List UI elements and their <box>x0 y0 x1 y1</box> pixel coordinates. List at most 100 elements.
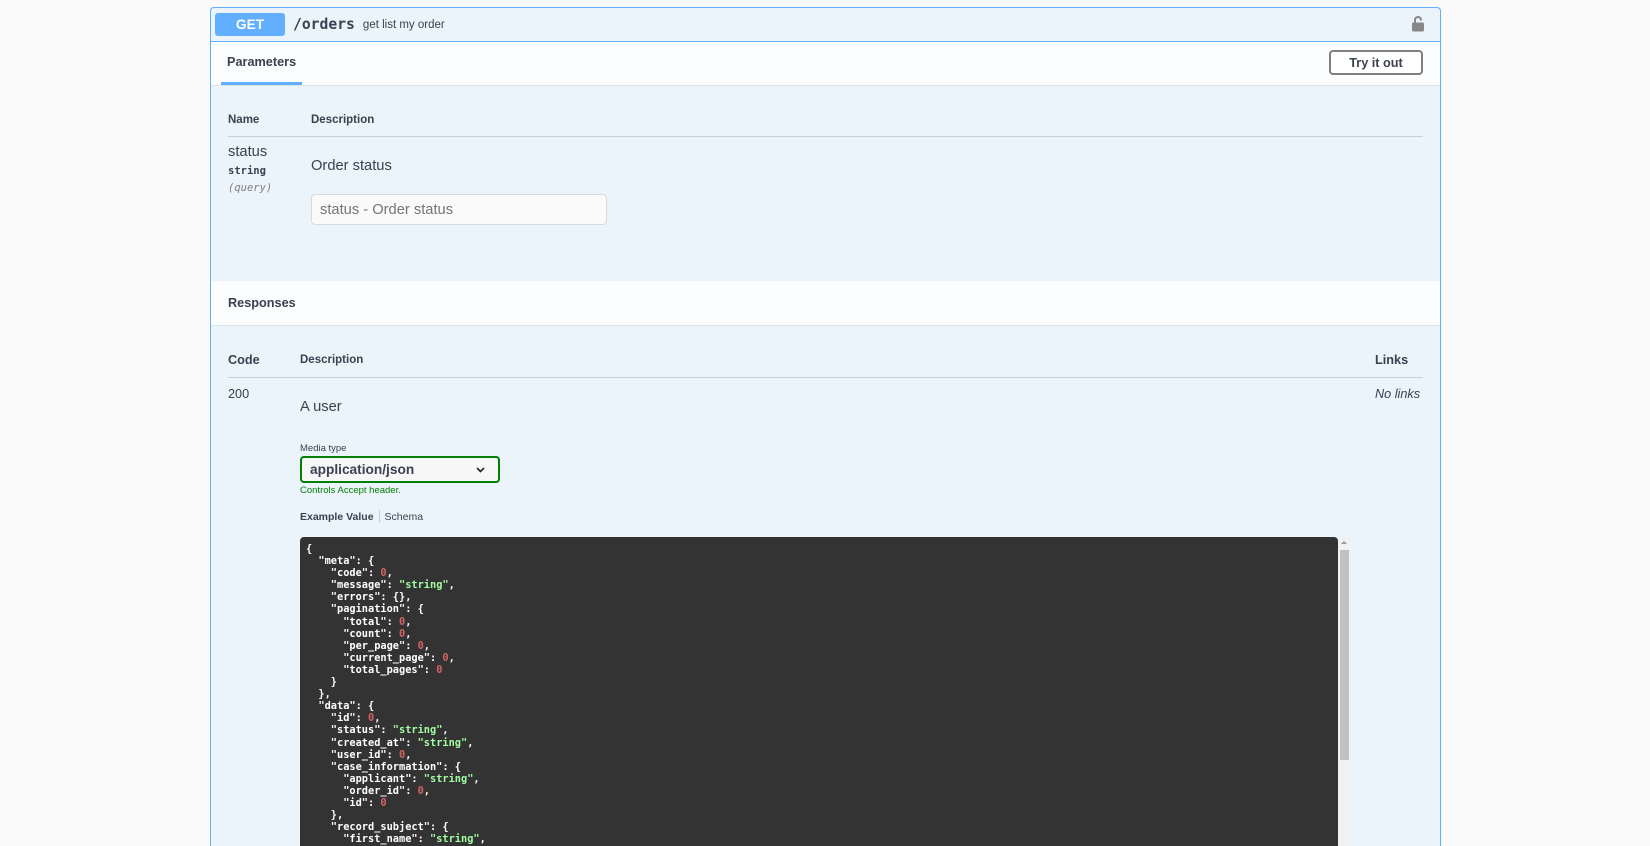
code-token: "string" <box>423 772 474 785</box>
code-line: "order_id": 0, <box>306 785 1332 797</box>
code-token: , <box>448 579 455 592</box>
code-token: , <box>467 736 474 749</box>
method-badge: GET <box>215 13 285 36</box>
controls-accept-note: Controls Accept header. <box>300 485 401 496</box>
param-description: Order status <box>311 158 392 174</box>
code-line: "id": 0 <box>306 797 1332 809</box>
code-line: "record_subject": { <box>306 821 1332 833</box>
code-token: , <box>374 712 381 725</box>
param-in: (query) <box>228 182 273 194</box>
code-line: { <box>306 543 1332 555</box>
operation-summary[interactable]: GET /orders get list my order <box>211 8 1440 42</box>
code-token: 0 <box>380 796 387 809</box>
code-token: , <box>405 627 412 640</box>
parameters-header: Parameters Try it out <box>211 42 1440 86</box>
code-token: "current_page": <box>306 651 443 664</box>
chevron-down-icon <box>476 467 485 473</box>
tab-divider <box>378 510 380 523</box>
operation-path: /orders <box>293 16 355 33</box>
response-code: 200 <box>228 387 250 401</box>
code-token: "pagination": { <box>306 603 424 616</box>
code-token: "per_page": <box>306 639 418 652</box>
code-line: "data": { <box>306 700 1332 712</box>
code-line: "total": 0, <box>306 616 1332 628</box>
code-token: }, <box>306 809 344 822</box>
code-line: "code": 0, <box>306 567 1332 579</box>
code-token: , <box>442 724 449 737</box>
unlocked-padlock-icon[interactable] <box>1411 15 1425 32</box>
code-token: "case_information": { <box>306 760 461 773</box>
code-token: , <box>405 615 412 628</box>
code-token: , <box>386 567 393 580</box>
code-line: }, <box>306 809 1332 821</box>
code-token: "string" <box>417 736 468 749</box>
code-token: , <box>423 784 430 797</box>
code-token: "id": <box>306 712 368 725</box>
param-header-description: Description <box>311 114 375 126</box>
divider <box>228 136 1423 137</box>
code-token: "record_subject": { <box>306 821 449 834</box>
code-line: } <box>306 676 1332 688</box>
code-token: , <box>423 639 430 652</box>
code-line: "applicant": "string", <box>306 773 1332 785</box>
code-line: "user_id": 0, <box>306 749 1332 761</box>
code-token: "data": { <box>306 700 375 713</box>
code-token: "order_id": <box>306 784 418 797</box>
code-token: 0 <box>436 663 443 676</box>
code-token: "user_id": <box>306 748 399 761</box>
code-line: "first_name": "string", <box>306 833 1332 845</box>
code-token: "code": <box>306 567 381 580</box>
resp-header-code: Code <box>228 353 260 367</box>
code-token: "total": <box>306 615 399 628</box>
response-links: No links <box>1375 387 1421 401</box>
scroll-up-arrow-icon[interactable] <box>1341 541 1347 544</box>
code-token: "status": <box>306 724 393 737</box>
try-it-out-button[interactable]: Try it out <box>1329 50 1423 75</box>
code-token: , <box>479 833 486 846</box>
tab-parameters[interactable]: Parameters <box>221 42 303 85</box>
code-line: "id": 0, <box>306 712 1332 724</box>
code-token: , <box>448 651 455 664</box>
code-token: "errors": {}, <box>306 591 412 604</box>
code-token: , <box>473 772 480 785</box>
resp-header-links: Links <box>1375 353 1409 367</box>
scrollbar-thumb[interactable] <box>1340 550 1349 760</box>
code-token: }, <box>306 688 331 701</box>
code-line: "created_at": "string", <box>306 737 1332 749</box>
code-line: "errors": {}, <box>306 591 1332 603</box>
code-line: "per_page": 0, <box>306 640 1332 652</box>
code-line: "message": "string", <box>306 579 1332 591</box>
code-token: "message": <box>306 579 399 592</box>
tab-schema[interactable]: Schema <box>385 511 424 523</box>
code-token: } <box>306 676 337 689</box>
code-scrollbar[interactable] <box>1339 537 1350 846</box>
code-token: "applicant": <box>306 772 424 785</box>
code-line: "meta": { <box>306 555 1332 567</box>
code-line: "case_information": { <box>306 761 1332 773</box>
code-token: "first_name": <box>306 833 430 846</box>
code-token: "string" <box>392 724 443 737</box>
code-line: "count": 0, <box>306 628 1332 640</box>
code-line: "total_pages": 0 <box>306 664 1332 676</box>
param-header-name: Name <box>228 114 260 126</box>
responses-title: Responses <box>228 296 296 310</box>
media-type-label: Media type <box>300 443 347 454</box>
example-value-code: { "meta": { "code": 0, "message": "strin… <box>300 537 1338 846</box>
status-input[interactable] <box>311 194 607 225</box>
operation-block: GET /orders get list my order Parameters… <box>210 7 1441 846</box>
code-token: "id": <box>306 796 381 809</box>
param-type: string <box>228 165 266 177</box>
code-token: "total_pages": <box>306 663 437 676</box>
tab-example-value[interactable]: Example Value <box>300 511 374 523</box>
code-line: "current_page": 0, <box>306 652 1332 664</box>
code-line: "status": "string", <box>306 724 1332 736</box>
media-type-select[interactable]: application/json <box>300 456 500 483</box>
code-token: "string" <box>399 579 449 592</box>
code-token: { <box>306 543 313 555</box>
code-line: }, <box>306 688 1332 700</box>
code-token: "meta": { <box>306 555 375 568</box>
code-token: , <box>405 748 412 761</box>
code-token: "string" <box>430 833 480 846</box>
param-name: status <box>228 144 268 160</box>
operation-summary-text: get list my order <box>362 18 445 31</box>
